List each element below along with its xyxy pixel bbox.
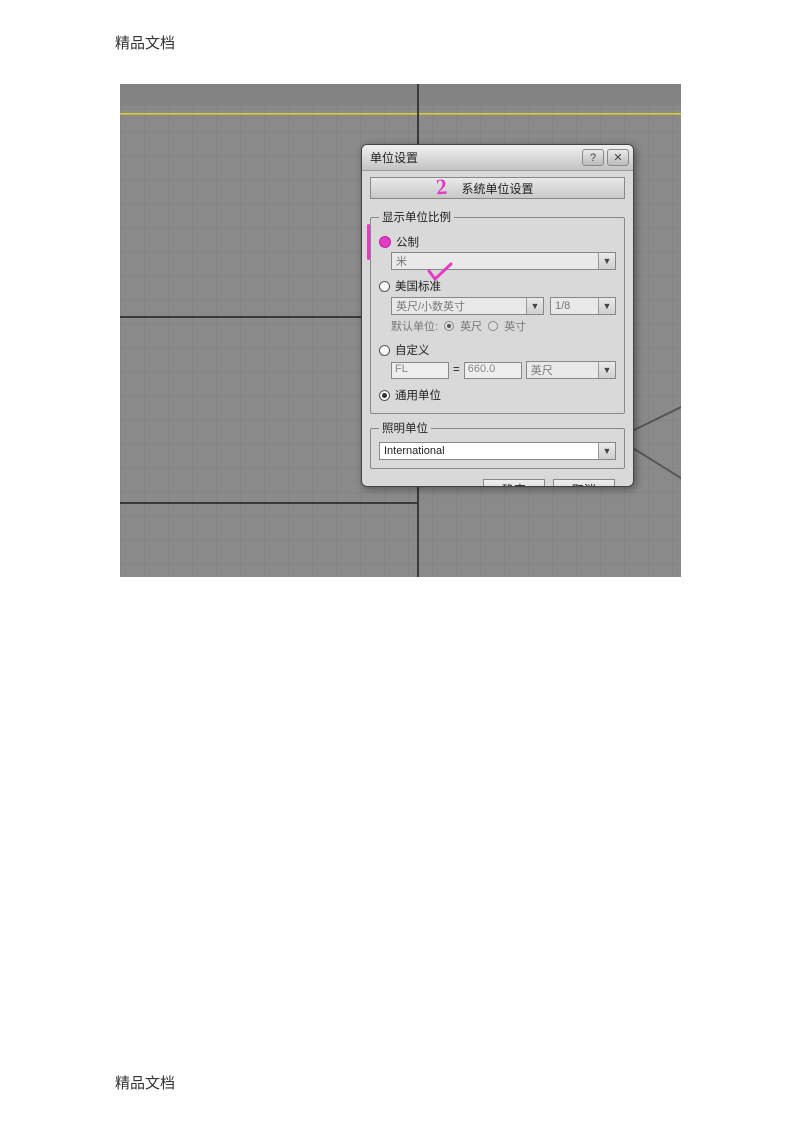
radio-row-generic[interactable]: 通用单位 (379, 387, 616, 403)
dialog-buttons: 确定 取消 (370, 475, 625, 487)
radio-custom[interactable] (379, 345, 390, 356)
default-unit-inch-radio[interactable] (488, 321, 498, 331)
default-unit-feet-label: 英尺 (460, 318, 482, 334)
lighting-units-combo[interactable]: International ▼ (379, 442, 616, 460)
help-button[interactable]: ? (582, 149, 604, 166)
equals-sign: = (453, 364, 460, 376)
axis-dark-v-bottom (417, 503, 419, 577)
radio-us[interactable] (379, 281, 390, 292)
lighting-units-group: 照明单位 International ▼ (370, 420, 625, 469)
default-unit-inch-label: 英寸 (504, 318, 526, 334)
annotation-mark-1 (367, 224, 370, 260)
radio-row-metric[interactable]: 公制 (379, 234, 616, 250)
page-footer: 精品文档 (115, 1072, 175, 1093)
screenshot-region: 单位设置 ? ✕ 系统单位设置 显示单位比例 公制 米 ▼ 美国标准 (120, 84, 681, 577)
dialog-body: 系统单位设置 显示单位比例 公制 米 ▼ 美国标准 英尺/小数英寸 (362, 171, 633, 487)
metric-label: 公制 (396, 234, 419, 250)
units-setup-dialog: 单位设置 ? ✕ 系统单位设置 显示单位比例 公制 米 ▼ 美国标准 (361, 144, 634, 487)
generic-label: 通用单位 (395, 387, 441, 403)
system-units-button[interactable]: 系统单位设置 (370, 177, 625, 199)
us-combo-fraction-value: 1/8 (555, 300, 570, 312)
dialog-titlebar[interactable]: 单位设置 ? ✕ (362, 145, 633, 171)
display-unit-scale-legend: 显示单位比例 (379, 209, 454, 225)
axis-dark-h-bottom (120, 502, 417, 504)
annotation-checkmark (427, 262, 453, 282)
metric-combo-value: 米 (396, 253, 407, 269)
default-unit-label: 默认单位: (391, 318, 438, 334)
close-button[interactable]: ✕ (607, 149, 629, 166)
axis-yellow-h-right (419, 113, 681, 115)
default-unit-row: 默认单位: 英尺 英寸 (391, 318, 616, 334)
radio-metric[interactable] (379, 236, 391, 248)
custom-unit-combo-value: 英尺 (531, 362, 553, 378)
us-combo-fraction[interactable]: 1/8 ▼ (550, 297, 616, 315)
ok-button[interactable]: 确定 (483, 479, 545, 487)
chevron-down-icon[interactable]: ▼ (598, 253, 615, 269)
chevron-down-icon[interactable]: ▼ (598, 298, 615, 314)
chevron-down-icon[interactable]: ▼ (598, 362, 615, 378)
page-header: 精品文档 (115, 32, 175, 53)
chevron-down-icon[interactable]: ▼ (598, 443, 615, 459)
display-unit-scale-group: 显示单位比例 公制 米 ▼ 美国标准 英尺/小数英寸 ▼ (370, 209, 625, 414)
metric-combo[interactable]: 米 ▼ (391, 252, 616, 270)
lighting-units-value: International (384, 445, 445, 457)
radio-generic[interactable] (379, 390, 390, 401)
custom-label: 自定义 (395, 342, 430, 358)
annotation-mark-2: 2 (435, 174, 448, 201)
us-combo-format-value: 英尺/小数英寸 (396, 298, 465, 314)
chevron-down-icon[interactable]: ▼ (526, 298, 543, 314)
default-unit-feet-radio[interactable] (444, 321, 454, 331)
lighting-units-legend: 照明单位 (379, 420, 431, 436)
cancel-button[interactable]: 取消 (553, 479, 615, 487)
radio-row-us[interactable]: 美国标准 (379, 278, 616, 294)
axis-yellow-h-left (120, 113, 417, 115)
custom-prefix-input[interactable]: FL (391, 362, 449, 379)
custom-value-input[interactable]: 660.0 (464, 362, 522, 379)
us-combo-format[interactable]: 英尺/小数英寸 ▼ (391, 297, 544, 315)
viewport-top-band (120, 84, 681, 106)
dialog-title: 单位设置 (370, 149, 418, 166)
radio-row-custom[interactable]: 自定义 (379, 342, 616, 358)
custom-unit-combo[interactable]: 英尺 ▼ (526, 361, 616, 379)
custom-row: FL = 660.0 英尺 ▼ (391, 361, 616, 379)
